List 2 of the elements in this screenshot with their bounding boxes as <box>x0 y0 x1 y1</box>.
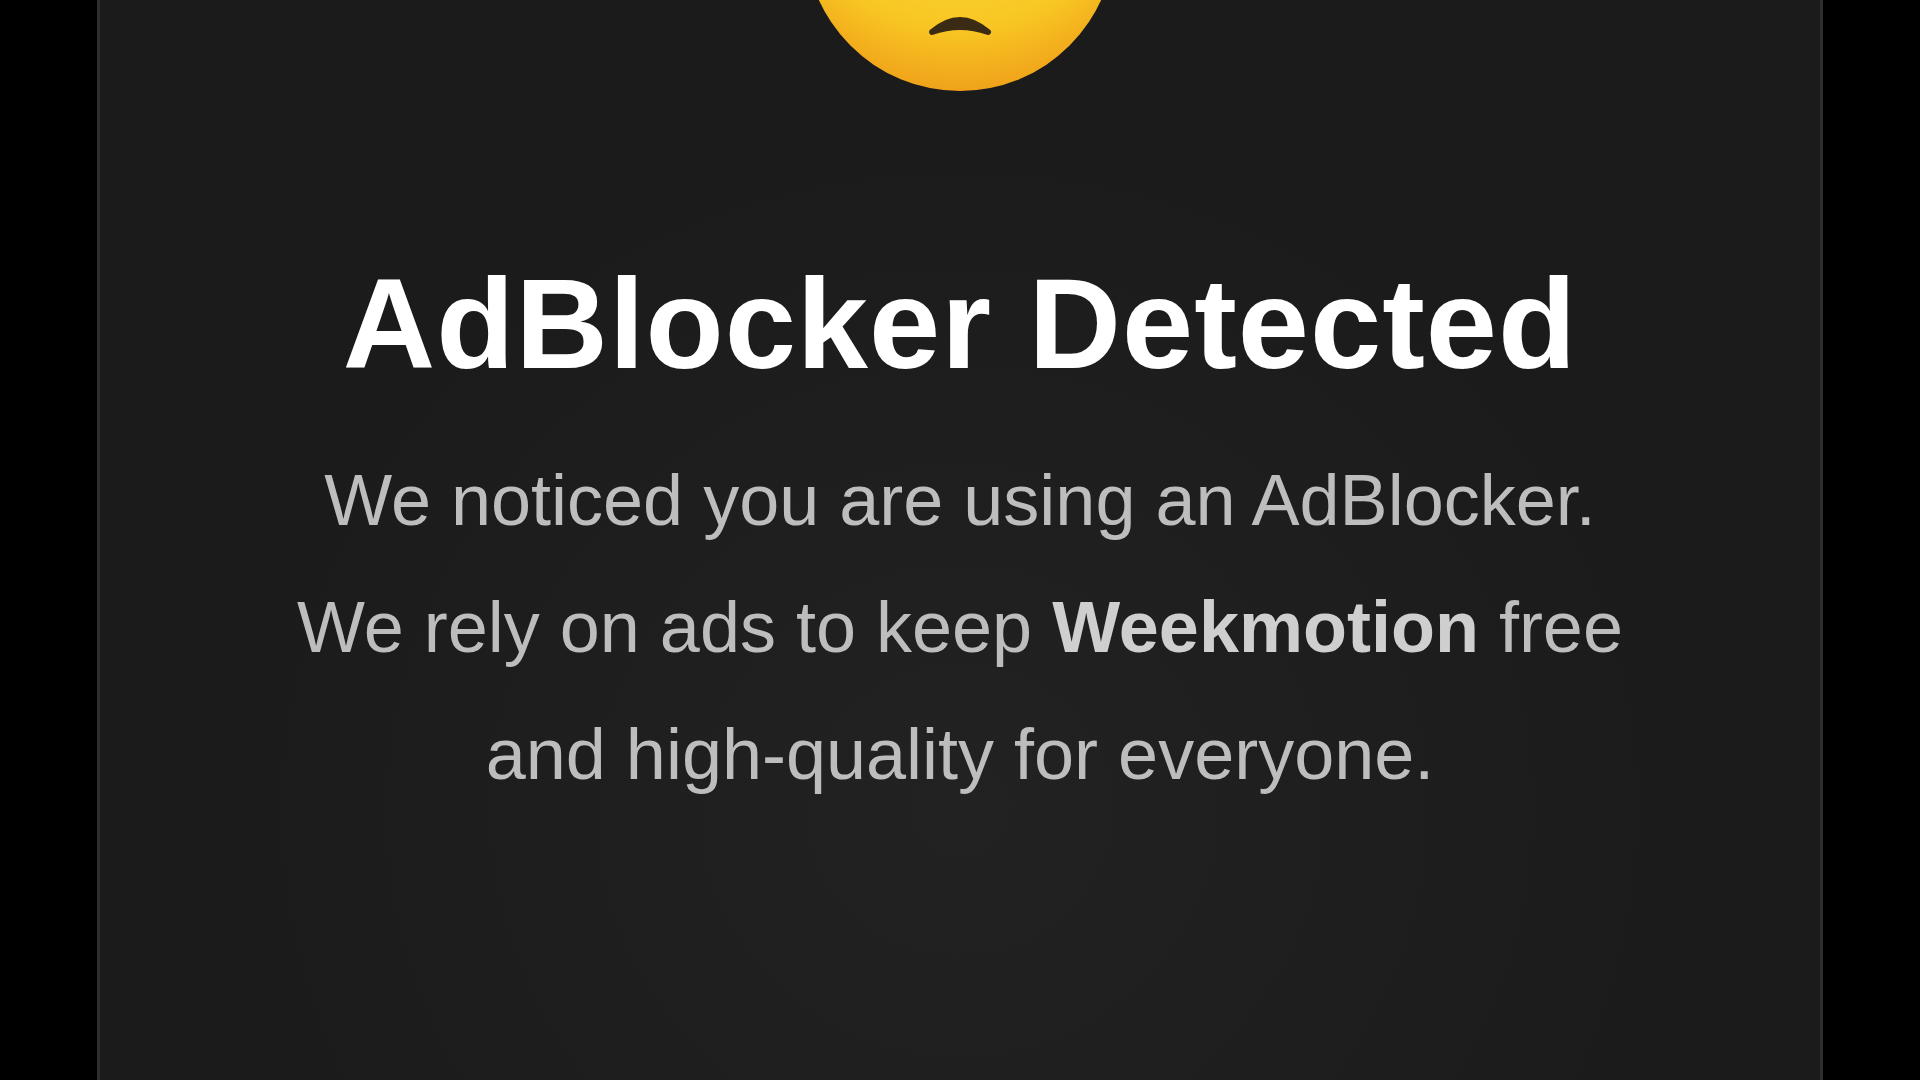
dialog-message: We noticed you are using an AdBlocker. We rely on ads to keep Weekmotion free and high-quality for everyone. <box>296 458 1624 796</box>
dialog-title: AdBlocker Detected <box>342 254 1578 395</box>
